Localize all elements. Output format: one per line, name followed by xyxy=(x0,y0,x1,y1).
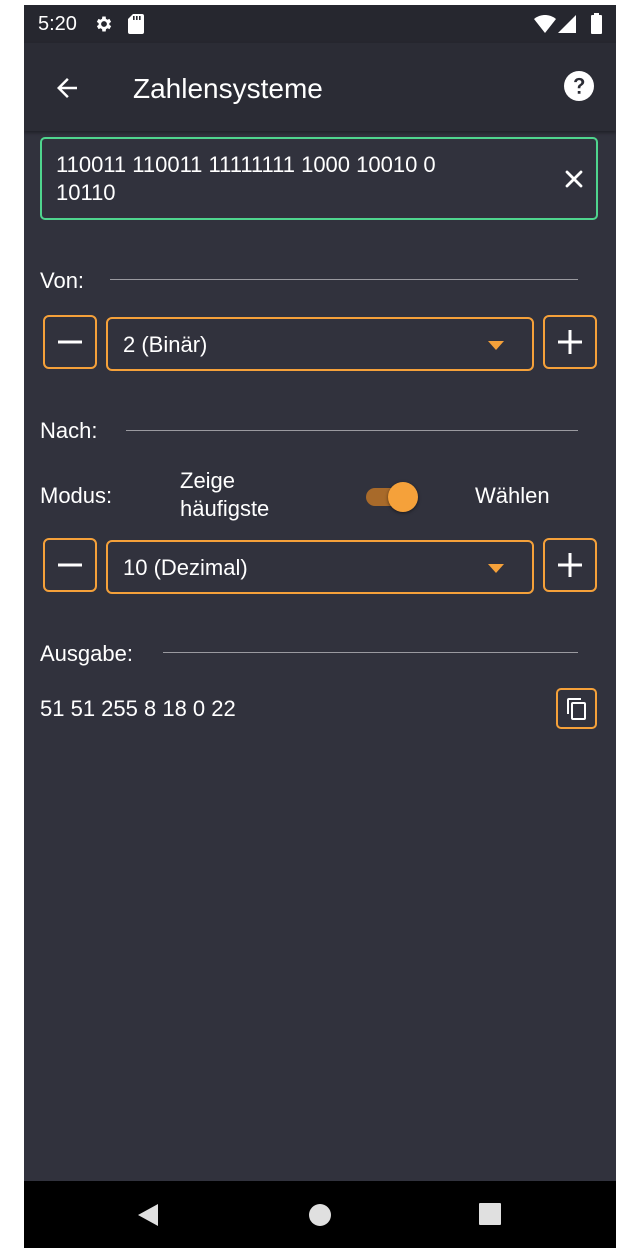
number-input-field[interactable]: 110011 110011 11111111 1000 10010 0 1011… xyxy=(40,137,598,220)
output-value: 51 51 255 8 18 0 22 xyxy=(40,696,236,721)
wifi-icon xyxy=(534,15,556,33)
help-icon[interactable] xyxy=(564,71,594,101)
to-base-value: 10 (Dezimal) xyxy=(123,555,248,580)
recents-square-icon[interactable] xyxy=(479,1203,501,1225)
output-label: Ausgabe: xyxy=(40,641,133,666)
to-decrement-button[interactable] xyxy=(43,538,97,592)
home-circle-icon[interactable] xyxy=(308,1203,332,1227)
output-divider xyxy=(163,652,578,653)
toggle-thumb xyxy=(388,482,418,512)
minus-icon xyxy=(58,340,82,344)
to-divider xyxy=(126,430,578,431)
battery-icon xyxy=(591,13,602,34)
mode-option-choose[interactable]: Wählen xyxy=(475,483,550,509)
minus-icon xyxy=(58,563,82,567)
page-title: Zahlensysteme xyxy=(133,73,323,104)
from-base-value: 2 (Binär) xyxy=(123,332,208,357)
from-divider xyxy=(110,279,578,280)
back-arrow-icon[interactable] xyxy=(52,73,82,103)
plus-icon xyxy=(558,330,582,354)
copy-icon xyxy=(567,698,586,720)
from-increment-button[interactable] xyxy=(543,315,597,369)
back-triangle-icon[interactable] xyxy=(136,1203,160,1227)
to-base-select[interactable]: 10 (Dezimal) xyxy=(106,540,534,594)
from-base-select[interactable]: 2 (Binär) xyxy=(106,317,534,371)
mode-label: Modus: xyxy=(40,483,113,508)
app-bar: Zahlensysteme xyxy=(24,43,616,131)
phone-screen: 5:20 Zahlensysteme 110011 110011 1111111… xyxy=(24,5,616,1248)
dropdown-arrow-icon xyxy=(488,341,504,350)
status-bar: 5:20 xyxy=(24,5,616,43)
dropdown-arrow-icon xyxy=(488,564,504,573)
copy-button[interactable] xyxy=(556,688,597,729)
status-time: 5:20 xyxy=(38,13,77,35)
mode-option-show-most-common[interactable]: Zeige häufigste xyxy=(180,467,269,523)
plus-icon xyxy=(558,553,582,577)
mode-toggle[interactable] xyxy=(364,482,422,512)
to-label: Nach: xyxy=(40,418,98,443)
from-decrement-button[interactable] xyxy=(43,315,97,369)
to-increment-button[interactable] xyxy=(543,538,597,592)
settings-icon xyxy=(96,16,112,32)
sd-card-icon xyxy=(128,14,144,34)
number-input-value[interactable]: 110011 110011 11111111 1000 10010 0 1011… xyxy=(56,151,536,207)
from-label: Von: xyxy=(40,268,85,293)
close-icon[interactable] xyxy=(560,165,588,193)
system-nav-bar xyxy=(24,1181,616,1248)
signal-icon xyxy=(558,15,576,33)
